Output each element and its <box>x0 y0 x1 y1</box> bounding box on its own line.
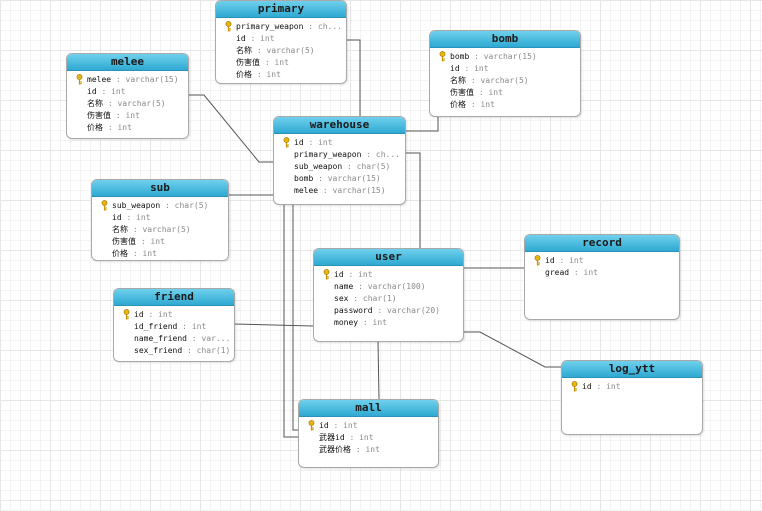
link-melee-warehouse <box>188 94 273 163</box>
primary-key-icon <box>76 74 83 85</box>
table-title: friend <box>114 289 234 306</box>
field-row: 价格 : int <box>112 249 157 258</box>
primary-key-icon <box>123 309 130 320</box>
link-user-mall <box>377 340 380 400</box>
field-row: 伤害值 : int <box>236 58 289 67</box>
field-row: melee : varchar(15) <box>73 74 188 86</box>
table-title: user <box>314 249 463 266</box>
field-row: id : int <box>531 255 679 267</box>
field-row: 名称 : varchar(5) <box>450 76 529 85</box>
field-row: password : varchar(20) <box>334 306 440 315</box>
field-row: id : int <box>112 213 151 222</box>
field-row: id : int <box>87 87 126 96</box>
table-log-ytt[interactable]: log_ytt id : int <box>561 360 703 435</box>
table-melee[interactable]: melee melee : varchar(15) id : int 名称 : … <box>66 53 189 139</box>
table-mall[interactable]: mall id : int 武器id : int 武器价格 : int <box>298 399 439 468</box>
table-sub[interactable]: sub sub_weapon : char(5) id : int 名称 : v… <box>91 179 229 261</box>
field-row: name_friend : var... <box>134 334 231 343</box>
table-title: sub <box>92 180 228 197</box>
link-primary-warehouse <box>346 39 361 117</box>
field-row: sub_weapon : char(5) <box>98 200 228 212</box>
field-row: melee : varchar(15) <box>294 186 386 195</box>
field-row: id : int <box>236 34 275 43</box>
table-friend[interactable]: friend id : int id_friend : int name_fri… <box>113 288 235 362</box>
primary-key-icon <box>101 200 108 211</box>
field-row: id : int <box>120 309 234 321</box>
table-record[interactable]: record id : int gread : int <box>524 234 680 320</box>
field-row: 价格 : int <box>87 123 132 132</box>
table-title: record <box>525 235 679 252</box>
field-row: id : int <box>305 420 438 432</box>
field-row: 名称 : varchar(5) <box>236 46 315 55</box>
field-row: id : int <box>568 381 702 393</box>
primary-key-icon <box>323 269 330 280</box>
table-primary[interactable]: primary primary_weapon : ch... id : int … <box>215 0 347 84</box>
primary-key-icon <box>225 21 232 32</box>
field-row: sex : char(1) <box>334 294 397 303</box>
field-row: 武器价格 : int <box>319 445 380 454</box>
field-row: 伤害值 : int <box>112 237 165 246</box>
table-title: bomb <box>430 31 580 48</box>
field-row: 伤害值 : int <box>87 111 140 120</box>
table-user[interactable]: user id : int name : varchar(100) sex : … <box>313 248 464 342</box>
field-row: 价格 : int <box>236 70 281 79</box>
table-title: melee <box>67 54 188 71</box>
link-warehouse-user <box>406 152 421 248</box>
field-row: primary_weapon : ch... <box>222 21 346 33</box>
field-row: sub_weapon : char(5) <box>294 162 391 171</box>
primary-key-icon <box>439 51 446 62</box>
primary-key-icon <box>308 420 315 431</box>
field-row: 伤害值 : int <box>450 88 503 97</box>
table-title: warehouse <box>274 117 405 134</box>
link-warehouse-mall-2 <box>273 169 298 431</box>
table-title: mall <box>299 400 438 417</box>
link-friend-user <box>233 323 314 327</box>
primary-key-icon <box>283 137 290 148</box>
field-row: id : int <box>320 269 463 281</box>
field-row: 价格 : int <box>450 100 495 109</box>
field-row: bomb : varchar(15) <box>294 174 381 183</box>
table-warehouse[interactable]: warehouse id : int primary_weapon : ch..… <box>273 116 406 205</box>
field-row: id_friend : int <box>134 322 207 331</box>
field-row: 名称 : varchar(5) <box>87 99 166 108</box>
field-row: name : varchar(100) <box>334 282 426 291</box>
table-title: primary <box>216 1 346 18</box>
field-row: id : int <box>450 64 489 73</box>
field-row: money : int <box>334 318 387 327</box>
table-bomb[interactable]: bomb bomb : varchar(15) id : int 名称 : va… <box>429 30 581 117</box>
field-row: gread : int <box>545 268 598 277</box>
field-row: 名称 : varchar(5) <box>112 225 191 234</box>
table-title: log_ytt <box>562 361 702 378</box>
field-row: sex_friend : char(1) <box>134 346 231 355</box>
link-user-logytt <box>463 331 561 368</box>
field-row: 武器id : int <box>319 433 374 442</box>
field-row: id : int <box>280 137 405 149</box>
primary-key-icon <box>534 255 541 266</box>
field-row: primary_weapon : ch... <box>294 150 400 159</box>
field-row: bomb : varchar(15) <box>436 51 580 63</box>
primary-key-icon <box>571 381 578 392</box>
